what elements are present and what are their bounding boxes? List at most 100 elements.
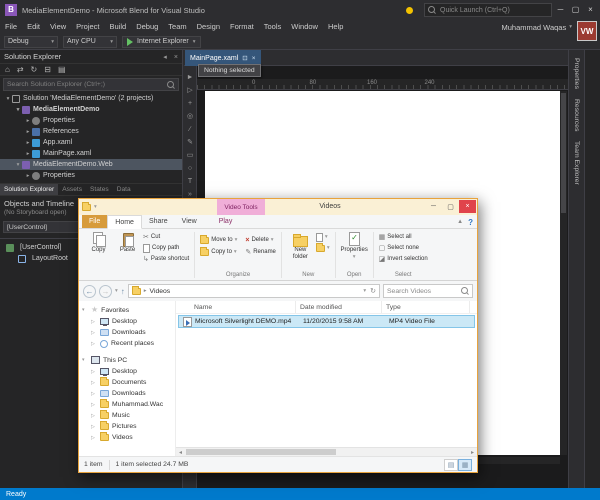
expander-icon[interactable]: ▸ xyxy=(24,118,32,124)
quick-launch-box[interactable]: Quick Launch (Ctrl+Q) xyxy=(424,3,552,17)
solution-tree-item[interactable]: ▸ Properties xyxy=(0,115,182,126)
panel-tab-data[interactable]: Data xyxy=(113,184,135,195)
solution-tree-item[interactable]: ▾ MediaElementDemo xyxy=(0,104,182,115)
expander-icon[interactable]: ▾ xyxy=(82,357,88,363)
move-to-button[interactable]: Move to ▾ xyxy=(200,234,237,245)
expander-icon[interactable]: ▷ xyxy=(91,435,97,441)
rename-button[interactable]: ✎ Rename xyxy=(245,247,276,257)
customize-qat-icon[interactable]: ▾ xyxy=(94,204,97,210)
expander-icon[interactable]: ▾ xyxy=(14,162,22,168)
expander-icon[interactable]: ▷ xyxy=(91,391,97,397)
close-button[interactable]: × xyxy=(583,0,598,20)
scroll-thumb[interactable] xyxy=(186,449,336,455)
sync-icon[interactable]: ⇄ xyxy=(17,65,24,74)
panel-tab-assets[interactable]: Assets xyxy=(58,184,86,195)
menu-window[interactable]: Window xyxy=(286,20,323,34)
nav-item-recent-places[interactable]: ▷ Recent places xyxy=(79,338,175,349)
menu-project[interactable]: Project xyxy=(71,20,104,34)
recent-locations-icon[interactable]: ▾ xyxy=(115,288,118,294)
help-icon[interactable]: ? xyxy=(468,218,473,227)
expander-icon[interactable]: ▾ xyxy=(14,107,22,113)
properties-icon[interactable]: ▤ xyxy=(58,65,66,74)
list-horizontal-scrollbar[interactable]: ◂ ▸ xyxy=(176,447,477,456)
breadcrumb[interactable]: ▸ Videos ▾ ↻ xyxy=(127,284,380,298)
back-button[interactable]: ← xyxy=(83,284,96,298)
ribbon-tab-play[interactable]: Play xyxy=(212,215,240,228)
zoom-tool[interactable]: ◎ xyxy=(187,113,193,120)
select-all-button[interactable]: ▦ Select all xyxy=(379,232,428,242)
solution-tree-item[interactable]: ▾ Solution 'MediaElementDemo' (2 project… xyxy=(0,93,182,104)
column-name[interactable]: Name xyxy=(176,301,296,313)
expander-icon[interactable]: ▷ xyxy=(91,369,97,375)
user-menu[interactable]: Muhammad Waqas ▾ xyxy=(501,20,572,34)
expander-icon[interactable]: ▷ xyxy=(91,402,97,408)
panel-close-icon[interactable]: × xyxy=(174,54,178,61)
side-tab-resources[interactable]: Resources xyxy=(572,96,581,135)
notification-icon[interactable] xyxy=(406,7,413,14)
platform-dropdown[interactable]: Any CPU ▾ xyxy=(63,35,117,48)
nav-section-header[interactable]: ▾ This PC xyxy=(79,354,175,366)
select-none-button[interactable]: ▢ Select none xyxy=(379,243,428,253)
scroll-left-icon[interactable]: ◂ xyxy=(176,448,185,456)
solution-tree-item[interactable]: ▾ MediaElementDemo.Web xyxy=(0,159,182,170)
rectangle-tool[interactable]: ▭ xyxy=(187,152,194,159)
run-button[interactable]: Internet Explorer ▾ xyxy=(122,35,201,48)
expander-icon[interactable]: ▸ xyxy=(24,140,32,146)
ellipse-tool[interactable]: ○ xyxy=(188,165,192,172)
ribbon-tab-view[interactable]: View xyxy=(175,215,204,228)
panel-tab-states[interactable]: States xyxy=(86,184,113,195)
solution-tree-item[interactable]: ▸ App.xaml xyxy=(0,137,182,148)
vertical-scrollbar[interactable] xyxy=(560,91,567,455)
menu-design[interactable]: Design xyxy=(192,20,225,34)
search-box[interactable]: Search Videos xyxy=(383,284,473,298)
minimize-ribbon-icon[interactable]: ▲ xyxy=(457,219,463,225)
address-dropdown-icon[interactable]: ▾ xyxy=(363,288,366,294)
menu-edit[interactable]: Edit xyxy=(22,20,45,34)
thumbnails-view-button[interactable]: ▦ xyxy=(458,458,472,471)
forward-button[interactable]: → xyxy=(99,284,112,298)
minimize-button[interactable]: ─ xyxy=(553,0,568,20)
nav-item-music[interactable]: ▷ Music xyxy=(79,410,175,421)
nav-item-videos[interactable]: ▷ Videos xyxy=(79,432,175,443)
side-tab-team-explorer[interactable]: Team Explorer xyxy=(572,138,581,188)
direct-selection-tool[interactable]: ▷ xyxy=(187,87,192,94)
scroll-right-icon[interactable]: ▸ xyxy=(468,448,477,456)
properties-button[interactable]: Properties ▾ xyxy=(341,230,368,261)
solution-tree-item[interactable]: ▸ Properties xyxy=(0,170,182,181)
pin-icon[interactable]: ⊡ xyxy=(242,54,247,62)
dock-icon[interactable]: ◂ xyxy=(163,54,167,61)
cut-button[interactable]: ✂ Cut xyxy=(143,232,189,242)
nav-item-desktop[interactable]: ▷ Desktop xyxy=(79,316,175,327)
copy-to-button[interactable]: Copy to ▾ xyxy=(200,246,237,257)
nav-item-documents[interactable]: ▷ Documents xyxy=(79,377,175,388)
expander-icon[interactable]: ▾ xyxy=(4,96,12,102)
pen-tool[interactable]: ✎ xyxy=(187,139,193,146)
expander-icon[interactable]: ▷ xyxy=(91,380,97,386)
expander-icon[interactable]: ▸ xyxy=(24,173,32,179)
ribbon-tab-file[interactable]: File xyxy=(82,215,108,228)
expander-icon[interactable]: ▾ xyxy=(82,307,88,313)
text-tool[interactable]: T xyxy=(188,178,192,185)
menu-build[interactable]: Build xyxy=(105,20,132,34)
new-folder-button[interactable]: New folder xyxy=(287,230,314,261)
expander-icon[interactable]: ▸ xyxy=(24,151,32,157)
collapse-all-icon[interactable]: ⊟ xyxy=(44,65,51,74)
scroll-thumb[interactable] xyxy=(561,93,566,213)
expander-icon[interactable]: ▷ xyxy=(91,319,97,325)
ribbon-tab-home[interactable]: Home xyxy=(107,215,142,229)
menu-view[interactable]: View xyxy=(45,20,71,34)
panel-tab-solution-explorer[interactable]: Solution Explorer xyxy=(0,184,59,195)
new-item-button[interactable]: ▾ xyxy=(315,232,330,242)
up-button[interactable]: ↑ xyxy=(121,287,125,296)
minimize-button[interactable]: ─ xyxy=(425,200,442,213)
nav-item-downloads[interactable]: ▷ Downloads xyxy=(79,388,175,399)
expander-icon[interactable]: ▷ xyxy=(91,424,97,430)
maximize-button[interactable]: ▢ xyxy=(568,0,583,20)
easy-access-button[interactable]: ▾ xyxy=(315,242,330,253)
side-tab-properties[interactable]: Properties xyxy=(572,55,581,92)
file-row[interactable]: Microsoft Silverlight DEMO.mp4 11/20/201… xyxy=(178,315,475,328)
paste-button[interactable]: Paste xyxy=(114,230,141,254)
configuration-dropdown[interactable]: Debug ▾ xyxy=(4,35,58,48)
expander-icon[interactable]: ▷ xyxy=(91,330,97,336)
column-type[interactable]: Type xyxy=(382,301,470,313)
